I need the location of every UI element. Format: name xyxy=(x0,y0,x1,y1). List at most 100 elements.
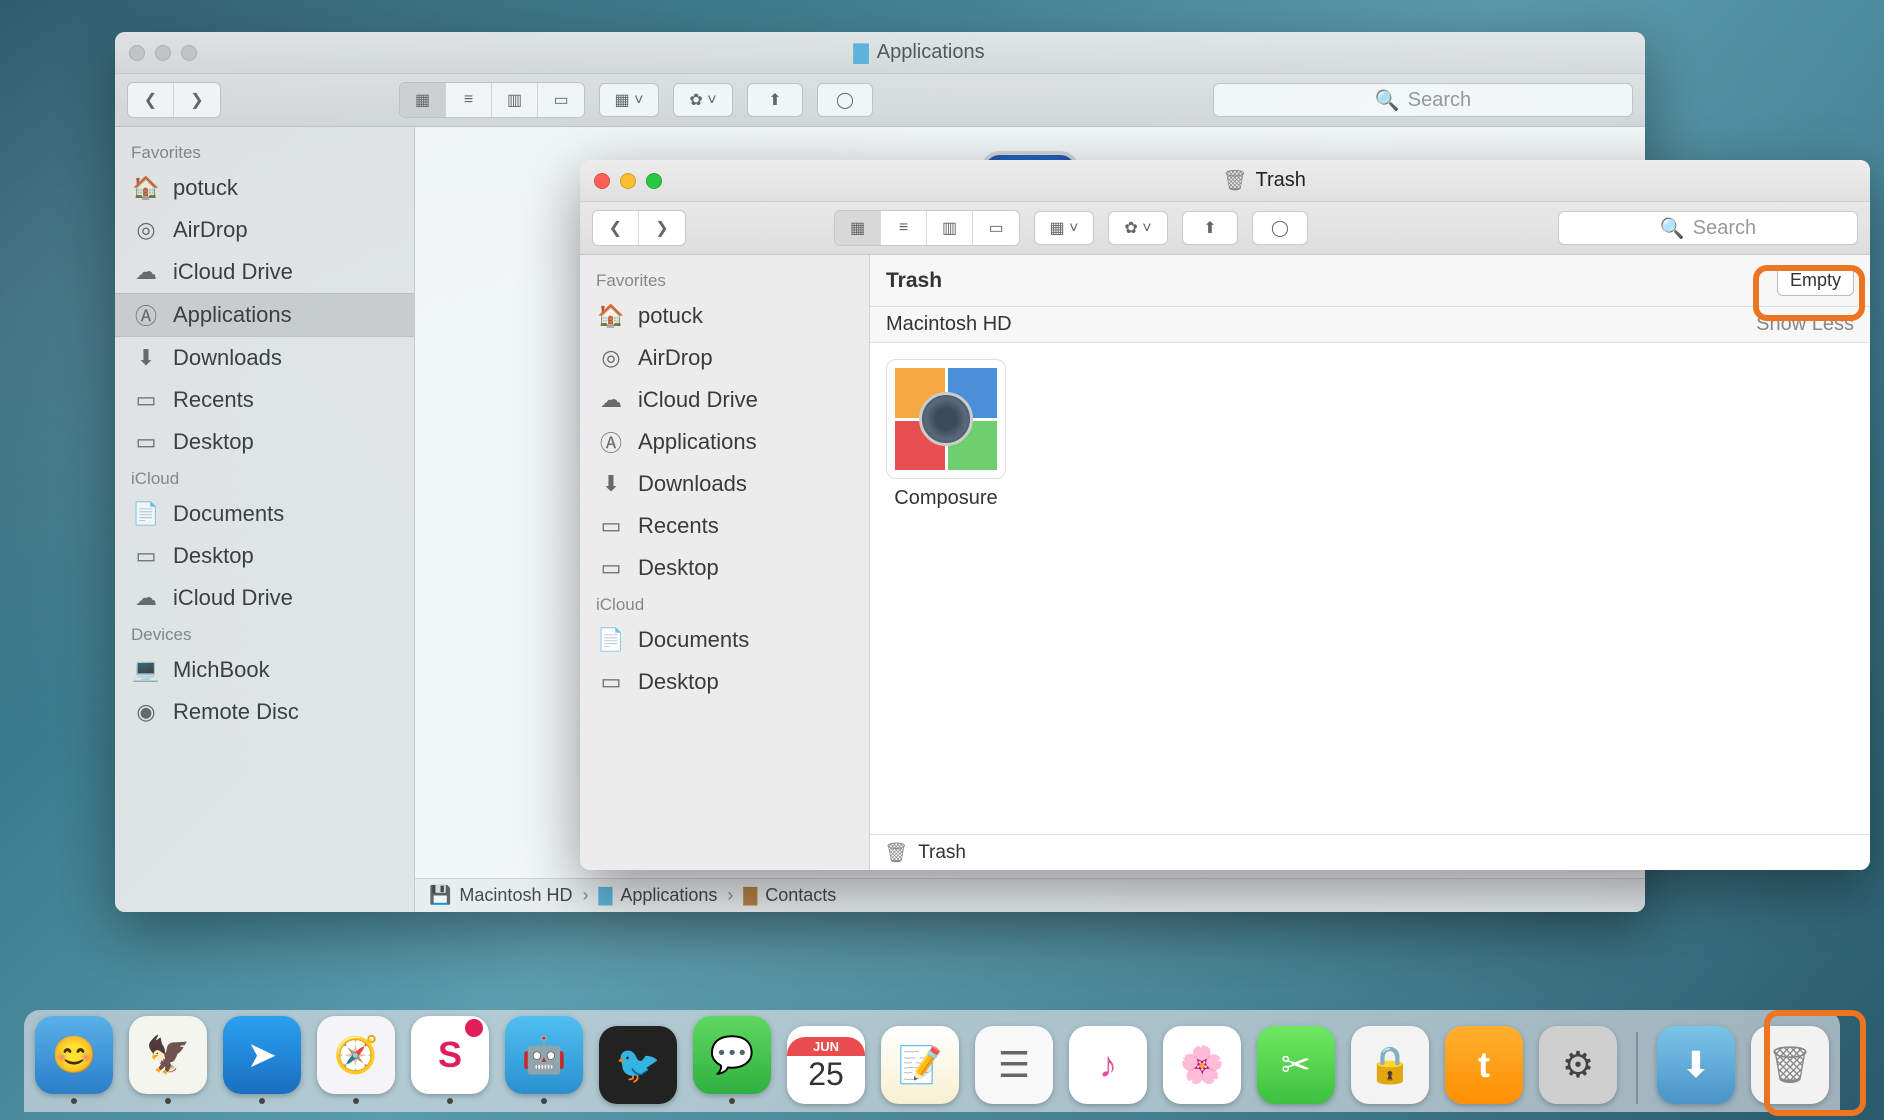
sidebar-item-downloads[interactable]: ⬇Downloads xyxy=(115,337,414,379)
trash-item-label: Composure xyxy=(894,487,997,510)
window-close-button[interactable] xyxy=(129,45,145,61)
home-icon: 🏠 xyxy=(133,175,159,201)
trash-title: Trash xyxy=(886,269,942,293)
calendar-day: 25 xyxy=(808,1056,844,1093)
action-dropdown[interactable]: ✿ ˅ xyxy=(673,83,733,117)
desktop-icon: ▭ xyxy=(598,555,624,581)
folder-icon: ▇ xyxy=(853,40,868,65)
window-minimize-button[interactable] xyxy=(620,173,636,189)
dock-scissors[interactable]: ✂ xyxy=(1256,1026,1336,1104)
path-bar: 💾Macintosh HD › ▇Applications › ▇Contact… xyxy=(415,878,1645,912)
titlebar[interactable]: ▇ Applications xyxy=(115,32,1645,74)
window-maximize-button[interactable] xyxy=(181,45,197,61)
sidebar-item-applications[interactable]: ⒶApplications xyxy=(580,421,869,463)
doc-icon: 📄 xyxy=(598,627,624,653)
sidebar-item-downloads[interactable]: ⬇Downloads xyxy=(580,463,869,505)
dock-telegram[interactable]: ➤ xyxy=(222,1016,302,1104)
dock-notes[interactable]: 📝 xyxy=(880,1026,960,1104)
dock-twitter[interactable]: 🐦 xyxy=(598,1026,678,1104)
sidebar-item-icloud-drive[interactable]: ☁iCloud Drive xyxy=(115,251,414,293)
path-seg-hd[interactable]: 💾Macintosh HD xyxy=(429,885,572,906)
empty-trash-button[interactable]: Empty xyxy=(1777,265,1854,296)
sidebar-favorites-label: Favorites xyxy=(580,265,869,295)
sidebar-item-desktop-icloud[interactable]: ▭Desktop xyxy=(115,535,414,577)
dock-mail[interactable]: 🦅 xyxy=(128,1016,208,1104)
titlebar[interactable]: 🗑 Trash xyxy=(580,160,1870,202)
sidebar-item-potuck[interactable]: 🏠potuck xyxy=(115,167,414,209)
search-field[interactable]: 🔍 Search xyxy=(1213,83,1633,117)
window-minimize-button[interactable] xyxy=(155,45,171,61)
trash-path-label[interactable]: Trash xyxy=(918,842,966,864)
tags-button[interactable]: ◯ xyxy=(817,83,873,117)
dock-messages[interactable]: 💬 xyxy=(692,1016,772,1104)
dock-1password[interactable]: 🔒 xyxy=(1350,1026,1430,1104)
search-field[interactable]: 🔍 Search xyxy=(1558,211,1858,245)
dock-settings[interactable]: ⚙ xyxy=(1538,1026,1618,1104)
recents-icon: ▭ xyxy=(133,387,159,413)
sidebar-item-desktop-icloud[interactable]: ▭Desktop xyxy=(580,661,869,703)
search-icon: 🔍 xyxy=(1660,216,1685,241)
sidebar-item-recents[interactable]: ▭Recents xyxy=(115,379,414,421)
dock-safari[interactable]: 🧭 xyxy=(316,1016,396,1104)
airdrop-icon: ◎ xyxy=(133,217,159,243)
column-view-button[interactable]: ▥ xyxy=(927,211,973,245)
back-button[interactable]: ❮ xyxy=(128,83,174,117)
sidebar-item-recents[interactable]: ▭Recents xyxy=(580,505,869,547)
path-seg-contacts[interactable]: ▇Contacts xyxy=(743,885,836,906)
cloud-icon: ☁ xyxy=(133,259,159,285)
tags-button[interactable]: ◯ xyxy=(1252,211,1308,245)
sidebar-item-desktop[interactable]: ▭Desktop xyxy=(115,421,414,463)
sidebar-item-airdrop[interactable]: ◎AirDrop xyxy=(115,209,414,251)
dock-trash[interactable]: 🗑 xyxy=(1750,1026,1830,1104)
laptop-icon: 💻 xyxy=(133,657,159,683)
sidebar-item-desktop[interactable]: ▭Desktop xyxy=(580,547,869,589)
sidebar-item-applications[interactable]: ⒶApplications xyxy=(115,293,414,337)
window-title: Trash xyxy=(1256,169,1306,192)
dock-music[interactable]: ♪ xyxy=(1068,1026,1148,1104)
icon-view-button[interactable]: ▦ xyxy=(835,211,881,245)
dock-transmit[interactable]: t xyxy=(1444,1026,1524,1104)
recents-icon: ▭ xyxy=(598,513,624,539)
back-button[interactable]: ❮ xyxy=(593,211,639,245)
dock-slack[interactable]: S xyxy=(410,1016,490,1104)
sidebar-item-potuck[interactable]: 🏠potuck xyxy=(580,295,869,337)
list-view-button[interactable]: ≡ xyxy=(881,211,927,245)
trash-item-composure[interactable]: Composure xyxy=(886,359,1006,510)
icon-view-button[interactable]: ▦ xyxy=(400,83,446,117)
forward-button[interactable]: ❯ xyxy=(639,211,685,245)
column-view-button[interactable]: ▥ xyxy=(492,83,538,117)
path-seg-apps[interactable]: ▇Applications xyxy=(598,885,717,906)
share-button[interactable]: ⬆ xyxy=(747,83,803,117)
sidebar-item-icloud-drive[interactable]: ☁iCloud Drive xyxy=(580,379,869,421)
window-close-button[interactable] xyxy=(594,173,610,189)
sidebar-item-documents[interactable]: 📄Documents xyxy=(580,619,869,661)
forward-button[interactable]: ❯ xyxy=(174,83,220,117)
sidebar-item-icloud-drive-2[interactable]: ☁iCloud Drive xyxy=(115,577,414,619)
toolbar: ❮ ❯ ▦ ≡ ▥ ▭ ▦ ˅ ✿ ˅ ⬆ ◯ 🔍 Search xyxy=(580,202,1870,255)
nav-buttons: ❮ ❯ xyxy=(592,210,686,246)
sidebar-item-airdrop[interactable]: ◎AirDrop xyxy=(580,337,869,379)
section-header: Macintosh HD Show Less xyxy=(870,307,1870,343)
gallery-view-button[interactable]: ▭ xyxy=(973,211,1019,245)
dock-downloads[interactable]: ⬇ xyxy=(1656,1026,1736,1104)
show-less-link[interactable]: Show Less xyxy=(1756,313,1854,336)
dock-photos[interactable]: 🌸 xyxy=(1162,1026,1242,1104)
share-button[interactable]: ⬆ xyxy=(1182,211,1238,245)
dock-finder[interactable]: 😊 xyxy=(34,1016,114,1104)
view-buttons: ▦ ≡ ▥ ▭ xyxy=(399,82,585,118)
toolbar: ❮ ❯ ▦ ≡ ▥ ▭ ▦ ˅ ✿ ˅ ⬆ ◯ 🔍 Search xyxy=(115,74,1645,127)
sidebar-item-remote-disc[interactable]: ◉Remote Disc xyxy=(115,691,414,733)
list-view-button[interactable]: ≡ xyxy=(446,83,492,117)
sidebar-item-documents[interactable]: 📄Documents xyxy=(115,493,414,535)
window-title: Applications xyxy=(877,41,985,64)
window-maximize-button[interactable] xyxy=(646,173,662,189)
dock-tweetbot[interactable]: 🤖 xyxy=(504,1016,584,1104)
sidebar: Favorites 🏠potuck ◎AirDrop ☁iCloud Drive… xyxy=(580,255,870,870)
sidebar-item-michbook[interactable]: 💻MichBook xyxy=(115,649,414,691)
dock-calendar[interactable]: JUN25 xyxy=(786,1026,866,1104)
group-dropdown[interactable]: ▦ ˅ xyxy=(1034,211,1094,245)
gallery-view-button[interactable]: ▭ xyxy=(538,83,584,117)
group-dropdown[interactable]: ▦ ˅ xyxy=(599,83,659,117)
action-dropdown[interactable]: ✿ ˅ xyxy=(1108,211,1168,245)
dock-reminders[interactable]: ☰ xyxy=(974,1026,1054,1104)
